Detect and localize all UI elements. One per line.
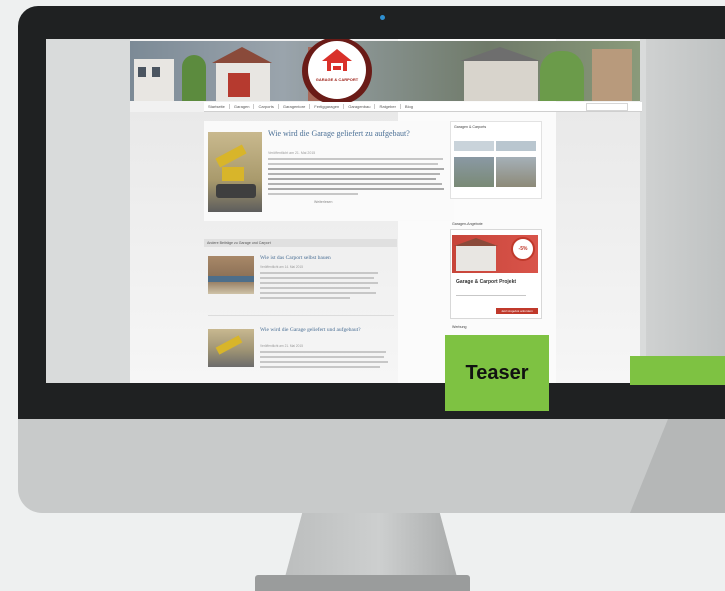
related-meta-2: Veröffentlicht am 21. Mai 2015 [260,344,303,348]
nav-item-fertiggaragen[interactable]: Fertiggaragen [314,104,339,109]
related-title-1[interactable]: Wie ist das Carport selbst bauen [260,255,380,261]
related-excerpt-2 [260,351,390,371]
widget-title-ads: Werbung [452,325,467,329]
related-posts-heading: Andere Beiträge zu Garage und Carport [204,239,397,247]
nav-item-garagentore[interactable]: Garagentore [283,104,305,109]
garage-door-image [228,73,250,97]
main-navigation: Startseite Garagen Carports Garagentore … [204,102,642,112]
related-title-2[interactable]: Wie wird die Garage geliefert und aufgeb… [260,327,390,333]
read-more-link[interactable]: Weiterlesen [314,200,332,204]
webcam-icon [380,15,385,20]
related-thumbnail-1[interactable] [208,256,254,294]
widget-title-gallery: Garagen & Carports [454,125,487,129]
garage-logo-icon [322,49,352,71]
nav-item-blog[interactable]: Blog [405,104,413,109]
nav-item-garagenbau[interactable]: Garagenbau [348,104,370,109]
teaser-label: Teaser [465,361,529,384]
nav-item-startseite[interactable]: Startseite [208,104,225,109]
header-banner [130,41,640,101]
monitor-stand-base [255,575,470,591]
related-excerpt-1 [260,272,380,302]
screen-shade [646,39,725,383]
discount-badge: -5% [511,237,535,261]
nav-item-carports[interactable]: Carports [258,104,273,109]
monitor-screen: GARAGE & CARPORT Startseite Garagen Carp… [46,39,725,383]
search-input[interactable] [586,103,628,111]
tree-image [182,55,206,101]
house-image [134,59,174,101]
article-meta: Veröffentlicht am 21. Mai 2015 [268,151,316,155]
monitor-stand [285,513,457,577]
article-title[interactable]: Wie wird die Garage geliefert zu aufgeba… [268,129,448,138]
widget-title-offers: Garagen-Angebote [452,222,483,226]
monitor-chin [18,419,725,513]
gallery-image-1[interactable] [454,157,494,187]
logo-text: GARAGE & CARPORT [315,77,359,82]
roof-image [212,47,272,63]
teaser-highlight: Teaser [445,335,549,411]
divider [208,315,394,316]
teaser-pointer-bar [630,356,725,385]
nav-item-ratgeber[interactable]: Ratgeber [379,104,395,109]
gallery-image-2[interactable] [496,157,536,187]
nav-item-garagen[interactable]: Garagen [234,104,250,109]
ad-headline: Garage & Carport Projekt [456,279,517,285]
article-excerpt [268,158,446,198]
ad-cta-button[interactable]: Jetzt Angebot anfordern [496,308,538,314]
related-meta-1: Veröffentlicht am 14. Mai 2015 [260,265,303,269]
